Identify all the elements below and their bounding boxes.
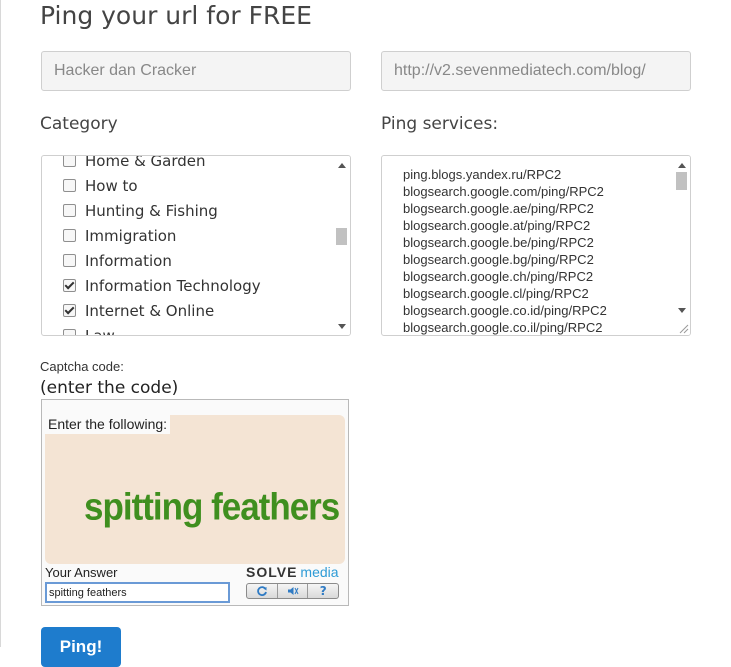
ping-service-item: blogsearch.google.com/ping/RPC2 bbox=[403, 184, 604, 199]
resize-grip-icon[interactable] bbox=[675, 320, 689, 334]
category-item[interactable]: How to bbox=[42, 173, 333, 198]
solvemedia-logo-part1: SOLVE bbox=[246, 564, 298, 580]
ping-services-label: Ping services: bbox=[381, 114, 499, 134]
captcha-controls: ? bbox=[246, 583, 339, 599]
captcha-hint: (enter the code) bbox=[40, 378, 179, 398]
ping-services-list: ping.blogs.yandex.ru/RPC2 blogsearch.goo… bbox=[403, 166, 673, 335]
page-title: Ping your url for FREE bbox=[40, 1, 312, 30]
ping-service-item: ping.blogs.yandex.ru/RPC2 bbox=[403, 167, 562, 182]
ping-service-item: blogsearch.google.co.id/ping/RPC2 bbox=[403, 303, 607, 318]
audio-icon[interactable] bbox=[278, 584, 309, 598]
category-item[interactable]: Law bbox=[42, 323, 333, 336]
category-item-label: Information Technology bbox=[85, 276, 261, 295]
category-item-label: How to bbox=[85, 176, 138, 195]
category-item[interactable]: Immigration bbox=[42, 223, 333, 248]
category-item-label: Internet & Online bbox=[85, 301, 215, 320]
category-item-label: Law bbox=[85, 326, 115, 336]
blog-name-input[interactable] bbox=[41, 51, 351, 91]
category-checkbox[interactable] bbox=[63, 304, 76, 317]
ping-service-item: blogsearch.google.be/ping/RPC2 bbox=[403, 235, 594, 250]
category-item[interactable]: Hunting & Fishing bbox=[42, 198, 333, 223]
category-list[interactable]: Home & Garden How to Hunting & Fishing I… bbox=[41, 155, 351, 336]
ping-services-textarea[interactable]: ping.blogs.yandex.ru/RPC2 blogsearch.goo… bbox=[381, 155, 691, 336]
category-scrollbar[interactable] bbox=[333, 156, 350, 335]
category-item-label: Hunting & Fishing bbox=[85, 201, 218, 220]
category-item-label: Information bbox=[85, 251, 172, 270]
scroll-down-arrow-icon[interactable] bbox=[333, 319, 350, 333]
captcha-label: Captcha code: bbox=[40, 359, 124, 374]
ping-service-item: blogsearch.google.ch/ping/RPC2 bbox=[403, 269, 594, 284]
category-checkbox[interactable] bbox=[63, 279, 76, 292]
scroll-down-arrow-icon[interactable] bbox=[673, 303, 690, 317]
category-checkbox[interactable] bbox=[63, 179, 76, 192]
category-checkbox[interactable] bbox=[63, 229, 76, 242]
category-item-label: Home & Garden bbox=[85, 155, 206, 170]
category-checkbox[interactable] bbox=[63, 156, 76, 167]
captcha-answer-label: Your Answer bbox=[45, 565, 118, 580]
category-checkbox[interactable] bbox=[63, 254, 76, 267]
ping-submit-button[interactable]: Ping! bbox=[41, 627, 121, 667]
blog-url-input[interactable] bbox=[381, 51, 691, 91]
scroll-thumb[interactable] bbox=[336, 228, 347, 245]
page-left-border bbox=[0, 0, 1, 647]
scroll-up-arrow-icon[interactable] bbox=[333, 158, 350, 172]
category-item[interactable]: Internet & Online bbox=[42, 298, 333, 323]
ping-service-item: blogsearch.google.cl/ping/RPC2 bbox=[403, 286, 589, 301]
refresh-icon[interactable] bbox=[247, 584, 278, 598]
category-checkbox[interactable] bbox=[63, 204, 76, 217]
ping-service-item: blogsearch.google.co.il/ping/RPC2 bbox=[403, 320, 603, 335]
ping-service-item: blogsearch.google.bg/ping/RPC2 bbox=[403, 252, 594, 267]
category-items: Home & Garden How to Hunting & Fishing I… bbox=[42, 155, 333, 336]
ping-service-item: blogsearch.google.ae/ping/RPC2 bbox=[403, 201, 594, 216]
captcha-answer-input[interactable] bbox=[45, 582, 230, 603]
solvemedia-logo: SOLVE media bbox=[246, 564, 339, 580]
category-item[interactable]: Information bbox=[42, 248, 333, 273]
help-icon[interactable]: ? bbox=[308, 584, 338, 598]
category-item[interactable]: Home & Garden bbox=[42, 155, 333, 173]
solvemedia-logo-part2: media bbox=[300, 564, 339, 580]
captcha-widget: Enter the following: spitting feathers Y… bbox=[41, 399, 349, 606]
ping-services-scrollbar[interactable] bbox=[673, 156, 690, 335]
scroll-up-arrow-icon[interactable] bbox=[673, 158, 690, 172]
category-checkbox[interactable] bbox=[63, 329, 76, 335]
category-label: Category bbox=[40, 114, 118, 134]
captcha-instruction: Enter the following: bbox=[45, 415, 171, 434]
scroll-thumb[interactable] bbox=[676, 172, 687, 190]
ping-service-item: blogsearch.google.at/ping/RPC2 bbox=[403, 218, 591, 233]
category-item[interactable]: Information Technology bbox=[42, 273, 333, 298]
captcha-challenge-text: spitting feathers bbox=[84, 486, 340, 529]
category-item-label: Immigration bbox=[85, 226, 177, 245]
